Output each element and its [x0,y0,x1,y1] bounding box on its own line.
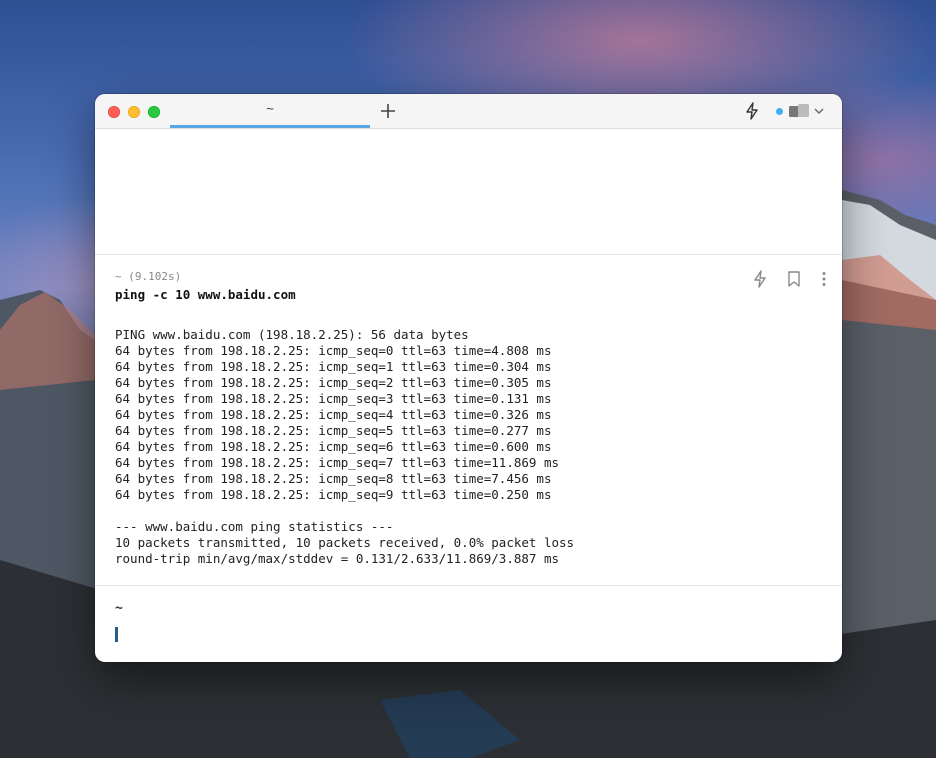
output-line: 64 bytes from 198.18.2.25: icmp_seq=9 tt… [115,487,552,502]
minimize-button[interactable] [128,106,140,118]
output-line: PING www.baidu.com (198.18.2.25): 56 dat… [115,327,469,342]
output-line: 64 bytes from 198.18.2.25: icmp_seq=1 tt… [115,359,552,374]
active-tab-indicator [170,125,370,128]
output-line: 64 bytes from 198.18.2.25: icmp_seq=7 tt… [115,455,560,470]
bolt-icon[interactable] [750,269,770,289]
title-bar: ~ [95,94,842,129]
output-line: 64 bytes from 198.18.2.25: icmp_seq=5 tt… [115,423,552,438]
zoom-button[interactable] [148,106,160,118]
output-line: 64 bytes from 198.18.2.25: icmp_seq=3 tt… [115,391,552,406]
tab-title: ~ [266,101,274,116]
block-command[interactable]: ping -c 10 www.baidu.com [115,287,296,302]
close-button[interactable] [108,106,120,118]
terminal-window: ~ ~ (9.102s) ping -c 10 www.baidu.com PI… [95,94,842,662]
more-vertical-icon[interactable] [814,269,834,289]
new-tab-icon[interactable] [377,100,399,122]
block-divider [95,585,842,586]
bolt-icon[interactable] [743,102,761,120]
output-line: 64 bytes from 198.18.2.25: icmp_seq=8 tt… [115,471,552,486]
output-line: round-trip min/avg/max/stddev = 0.131/2.… [115,551,560,566]
output-line: 10 packets transmitted, 10 packets recei… [115,535,575,550]
terminal-content: ~ (9.102s) ping -c 10 www.baidu.com PING… [95,129,842,662]
output-line: 64 bytes from 198.18.2.25: icmp_seq=0 tt… [115,343,552,358]
tab-home[interactable]: ~ [170,94,370,128]
status-dot [776,108,783,115]
command-output: PING www.baidu.com (198.18.2.25): 56 dat… [115,327,574,567]
bookmark-icon[interactable] [784,269,804,289]
output-line: 64 bytes from 198.18.2.25: icmp_seq=6 tt… [115,439,552,454]
output-line: 64 bytes from 198.18.2.25: icmp_seq=4 tt… [115,407,552,422]
prompt-directory: ~ [115,601,123,616]
block-divider [95,254,842,255]
chevron-down-icon[interactable] [813,105,825,117]
output-line: --- www.baidu.com ping statistics --- [115,519,394,534]
input-cursor[interactable] [115,627,118,642]
block-header: ~ (9.102s) [115,270,182,283]
pane-layout-icon[interactable] [788,103,810,119]
output-line: 64 bytes from 198.18.2.25: icmp_seq=2 tt… [115,375,552,390]
output-blank-line [115,503,574,519]
